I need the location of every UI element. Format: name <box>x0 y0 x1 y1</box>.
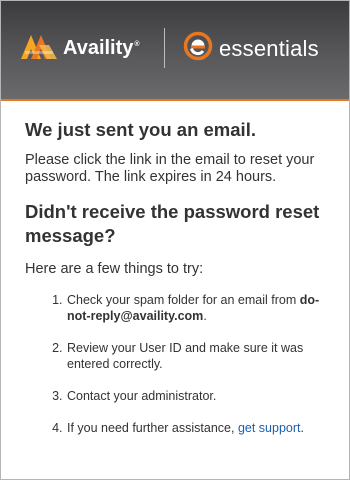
step-text: Check your spam folder for an email from <box>67 293 297 307</box>
list-item: If you need further assistance, get supp… <box>66 420 325 436</box>
header-divider <box>164 28 165 68</box>
step-suffix: . <box>203 309 207 323</box>
list-item: Check your spam folder for an email from… <box>66 292 325 324</box>
list-item: Contact your administrator. <box>66 388 325 404</box>
brand-trademark: ® <box>134 40 140 48</box>
lead-text: Please click the link in the email to re… <box>25 152 315 185</box>
product-name: essentials <box>219 35 319 61</box>
brand-name: Availity® <box>63 36 140 59</box>
step-suffix: . <box>300 421 304 435</box>
availity-logo-icon <box>19 31 59 65</box>
availity-logo: Availity® <box>19 31 140 65</box>
intro-text: Here are a few things to try: <box>25 261 204 277</box>
section-title: Didn't receive the password reset messag… <box>25 201 320 246</box>
essentials-logo-icon <box>183 31 213 66</box>
troubleshooting-steps: Check your spam folder for an email from… <box>25 292 325 436</box>
page-frame: Availity® essentials We just sent you an… <box>0 0 350 480</box>
essentials-logo: essentials <box>183 31 319 66</box>
get-support-link[interactable]: get support <box>238 421 301 435</box>
step-text: Review your User ID and make sure it was… <box>67 341 304 371</box>
list-item: Review your User ID and make sure it was… <box>66 340 325 372</box>
step-text: If you need further assistance, <box>67 421 235 435</box>
header-bar: Availity® essentials <box>1 1 349 101</box>
page-title: We just sent you an email. <box>25 119 256 140</box>
main-content: We just sent you an email. Please click … <box>1 101 349 436</box>
step-text: Contact your administrator. <box>67 389 217 403</box>
